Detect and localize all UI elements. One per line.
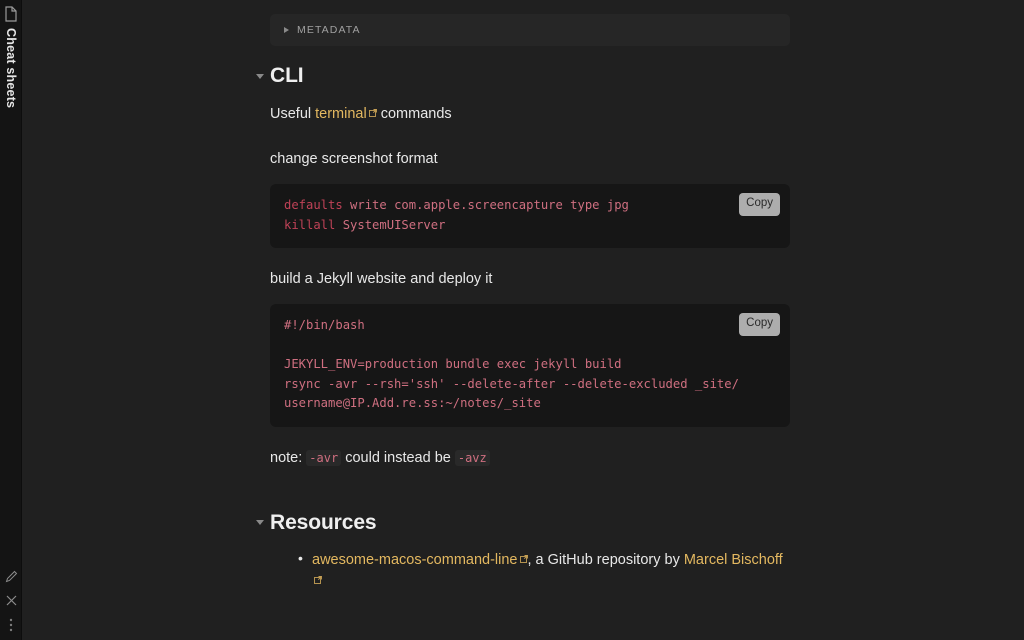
heading-resources: Resources	[270, 510, 377, 534]
marcel-bischoff-link[interactable]: Marcel Bischoff	[684, 552, 783, 568]
code-text-jekyll: #!/bin/bash JEKYLL_ENV=production bundle…	[284, 318, 739, 410]
external-link-icon	[519, 549, 528, 563]
cli-intro-after: commands	[376, 106, 452, 122]
code-keyword-killall: killall	[284, 217, 336, 232]
document-icon[interactable]	[4, 6, 18, 22]
resources-item-middle: , a GitHub repository by	[527, 551, 684, 568]
metadata-label: METADATA	[297, 24, 361, 36]
heading-cli: CLI	[270, 64, 304, 87]
inline-code-avr: -avr	[306, 449, 342, 466]
code-line-defaults-rest: write com.apple.screencapture type jpg	[342, 198, 629, 212]
external-link-icon	[314, 570, 322, 584]
code-line-killall-rest: SystemUIServer	[335, 217, 446, 232]
section-header-cli[interactable]: CLI	[250, 64, 790, 88]
cli-intro-paragraph: Useful terminal commands	[270, 102, 790, 125]
section-header-resources[interactable]: Resources	[250, 511, 790, 535]
caption-build-jekyll: build a Jekyll website and deploy it	[270, 271, 493, 287]
code-keyword-defaults: defaults	[284, 198, 343, 212]
code-block-jekyll-deploy[interactable]: #!/bin/bash JEKYLL_ENV=production bundle…	[270, 304, 790, 427]
chevron-down-icon-cli[interactable]	[250, 73, 270, 79]
sidebar-title: Cheat sheets	[4, 28, 18, 109]
close-icon[interactable]	[5, 594, 18, 607]
sidebar-bottom-actions	[0, 570, 22, 632]
code-block-screenshot-format[interactable]: defaults write com.apple.screencapture t…	[270, 184, 790, 248]
copy-button-2[interactable]: Copy	[739, 313, 780, 336]
chevron-right-icon[interactable]	[284, 27, 289, 33]
app-window: Cheat sheets METADATA CLI Useful termina…	[0, 0, 1024, 640]
note-prefix: note:	[270, 449, 307, 466]
caption-change-screenshot-format: change screenshot format	[270, 151, 438, 167]
more-options-icon[interactable]	[9, 618, 13, 632]
external-link-icon	[368, 102, 377, 117]
cli-intro-before: Useful	[270, 106, 316, 122]
note-content-area[interactable]: METADATA CLI Useful terminal commands ch…	[22, 0, 1024, 640]
terminal-link[interactable]: terminal	[315, 106, 367, 122]
chevron-down-icon-resources[interactable]	[250, 520, 270, 525]
awesome-macos-command-line-link[interactable]: awesome-macos-command-line	[312, 552, 518, 568]
left-sidebar: Cheat sheets	[0, 0, 22, 640]
note-paragraph: note: -avr could instead be -avz	[270, 447, 790, 469]
pencil-icon[interactable]	[5, 570, 18, 583]
list-item: awesome-macos-command-line , a GitHub rep…	[298, 548, 790, 591]
note-body: METADATA CLI Useful terminal commands ch…	[256, 0, 790, 640]
resources-list: awesome-macos-command-line , a GitHub rep…	[298, 548, 790, 591]
metadata-bar[interactable]: METADATA	[270, 14, 790, 46]
note-middle: could instead be	[341, 449, 455, 466]
inline-code-avz: -avz	[454, 449, 490, 466]
copy-button-1[interactable]: Copy	[739, 193, 780, 216]
